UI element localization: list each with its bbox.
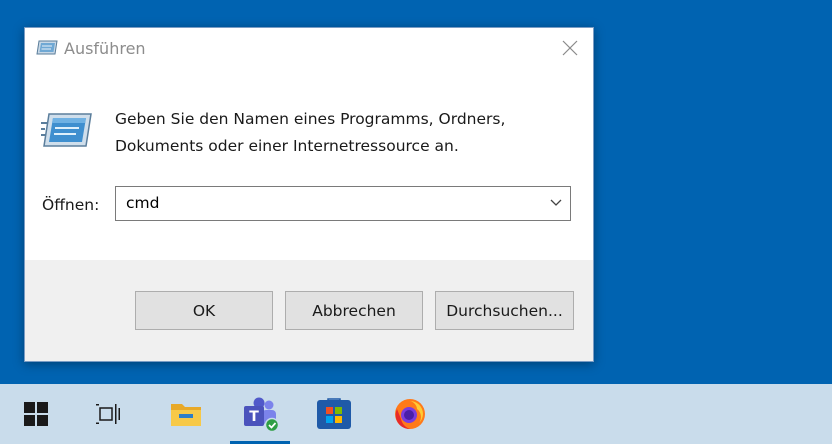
firefox-button[interactable] [382,384,438,444]
task-view-button[interactable] [82,384,134,444]
store-button[interactable] [306,384,362,444]
open-label: Öffnen: [42,196,100,214]
title-bar[interactable]: Ausführen [25,28,593,70]
svg-text:T: T [249,409,259,425]
taskbar: T [0,384,832,444]
close-button[interactable] [547,28,593,68]
firefox-icon [395,399,425,430]
teams-button[interactable]: T [230,384,290,444]
store-icon [317,398,351,429]
run-program-icon [41,113,92,147]
task-view-icon [96,404,120,424]
ok-button[interactable]: OK [135,291,273,330]
prompt-text: Geben Sie den Namen eines Programms, Ord… [115,106,555,160]
open-combobox[interactable]: cmd [115,186,571,221]
open-input[interactable]: cmd [126,194,159,212]
windows-logo-icon [24,402,48,426]
prompt-line-2: Dokuments oder einer Internetressource a… [115,137,459,155]
dialog-title: Ausführen [64,39,146,58]
file-explorer-button[interactable] [158,384,214,444]
chevron-down-icon[interactable] [550,199,562,207]
run-dialog: Ausführen Geben Sie den Namen eines Prog… [24,27,594,362]
prompt-line-1: Geben Sie den Namen eines Programms, Ord… [115,110,506,128]
browse-button[interactable]: Durchsuchen... [435,291,574,330]
start-button[interactable] [10,384,62,444]
cancel-button[interactable]: Abbrechen [285,291,423,330]
teams-icon: T [244,397,280,432]
close-icon [562,40,578,56]
folder-icon [171,404,201,426]
dialog-footer: OK Abbrechen Durchsuchen... [25,260,593,361]
run-icon [36,40,58,55]
